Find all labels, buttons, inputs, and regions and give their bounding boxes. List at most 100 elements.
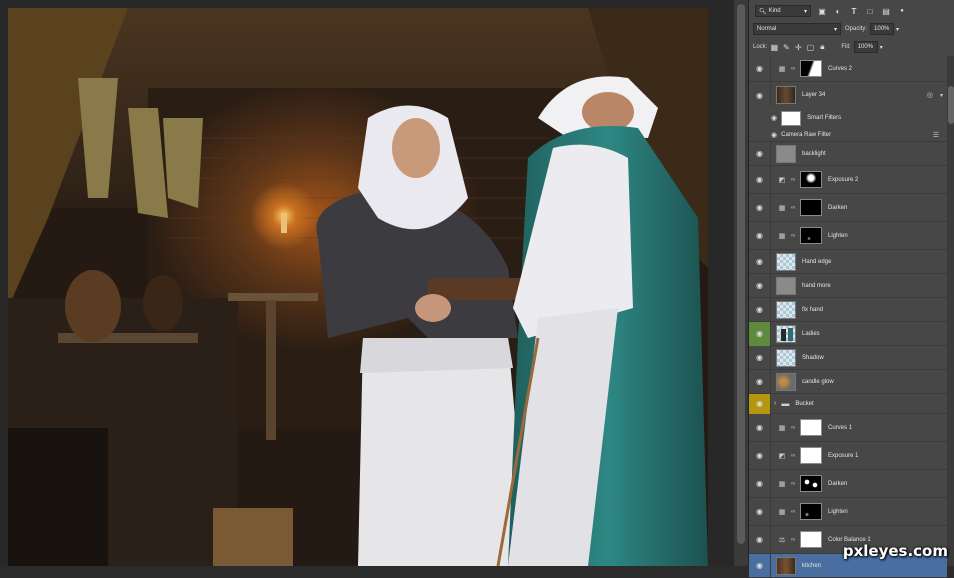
eye-icon[interactable]: ◉: [749, 413, 771, 442]
eye-icon[interactable]: ◉: [749, 497, 771, 526]
layer-thumbnail[interactable]: [776, 372, 796, 391]
layer-thumbnail[interactable]: [776, 300, 796, 319]
layer-thumbnail[interactable]: [776, 348, 796, 367]
filter-adjustment-icon[interactable]: ◐: [833, 6, 843, 16]
eye-icon[interactable]: ◉: [749, 221, 771, 250]
filter-shape-icon[interactable]: □: [865, 6, 875, 16]
eye-icon[interactable]: ◉: [771, 114, 777, 122]
eye-icon[interactable]: ◉: [749, 273, 771, 298]
layer-mask-thumbnail[interactable]: [800, 447, 822, 464]
eye-icon[interactable]: ◉: [749, 193, 771, 222]
eye-icon[interactable]: ◉: [749, 297, 771, 322]
exposure-icon: ◩: [778, 452, 786, 460]
layer-row[interactable]: ◉ ▦ ∞ Curves 2: [749, 56, 947, 82]
eye-icon[interactable]: ◉: [749, 345, 771, 370]
layer-row[interactable]: ◉ Hand edge: [749, 249, 947, 274]
layer-row[interactable]: ◉ ▦ ∞ Darken: [749, 469, 947, 498]
layer-group-row[interactable]: ◉ › ▬ Bucket: [749, 393, 947, 414]
chevron-right-icon[interactable]: ›: [774, 400, 776, 407]
chevron-down-icon[interactable]: ▾: [940, 92, 943, 99]
layer-thumbnail[interactable]: [776, 86, 796, 104]
smart-filter-mask-thumbnail[interactable]: [781, 110, 802, 126]
layer-row[interactable]: ◉ ◩ ∞ Exposure 2: [749, 165, 947, 194]
lock-paint-icon[interactable]: ✎: [781, 42, 791, 52]
lock-all-icon[interactable]: 🔒︎: [817, 42, 827, 52]
fill-input[interactable]: 100%: [853, 41, 878, 53]
lock-transparent-icon[interactable]: ▦: [769, 42, 779, 52]
layer-row[interactable]: ◉ fix hand: [749, 297, 947, 322]
layer-name: Shadow: [802, 354, 824, 361]
filter-toggle-icon[interactable]: ●: [897, 6, 907, 16]
eye-icon[interactable]: ◉: [749, 393, 771, 414]
link-icon[interactable]: ∞: [791, 509, 798, 515]
layer-row[interactable]: ◉ Shadow: [749, 345, 947, 370]
layer-filter-bar: 🔍︎ Kind ▾ ▣ ◐ T □ ▤ ●: [749, 2, 954, 20]
filter-kind-dropdown[interactable]: 🔍︎ Kind ▾: [755, 5, 811, 17]
layer-row[interactable]: ◉ ▦ ∞ Lighten: [749, 221, 947, 250]
layer-mask-thumbnail[interactable]: [800, 419, 822, 436]
eye-icon[interactable]: ◉: [749, 56, 771, 81]
link-icon[interactable]: ∞: [791, 537, 798, 543]
layer-row[interactable]: ◉ ▦ ∞ Curves 1: [749, 413, 947, 442]
eye-icon[interactable]: ◉: [749, 441, 771, 470]
layer-row[interactable]: ◉ ▦ ∞ Lighten: [749, 497, 947, 526]
filter-type-icon[interactable]: T: [849, 6, 859, 16]
folder-icon: ▬: [781, 399, 790, 408]
eye-icon[interactable]: ◉: [749, 141, 771, 166]
layer-name: Layer 34: [802, 92, 826, 98]
layer-mask-thumbnail[interactable]: [800, 171, 822, 188]
link-icon[interactable]: ∞: [791, 481, 798, 487]
layer-mask-thumbnail[interactable]: [800, 475, 822, 492]
layer-row[interactable]: ◉ backlight: [749, 141, 947, 166]
layer-mask-thumbnail[interactable]: [800, 503, 822, 520]
lock-position-icon[interactable]: ✛: [793, 42, 803, 52]
eye-icon[interactable]: ◉: [749, 249, 771, 274]
link-icon[interactable]: ∞: [791, 177, 798, 183]
layer-mask-thumbnail[interactable]: [800, 60, 822, 77]
eye-icon[interactable]: ◉: [749, 321, 771, 346]
eye-icon[interactable]: ◉: [749, 525, 771, 554]
layer-row[interactable]: ◉ Layer 34 ◎ ▾: [749, 82, 947, 108]
layer-thumbnail[interactable]: [776, 252, 796, 271]
eye-icon[interactable]: ◉: [749, 83, 771, 107]
layer-mask-thumbnail[interactable]: [800, 531, 822, 548]
link-icon[interactable]: ∞: [791, 453, 798, 459]
link-icon[interactable]: ∞: [791, 233, 798, 239]
document-canvas-area[interactable]: [0, 0, 748, 566]
layer-name: Darken: [828, 204, 848, 211]
layer-mask-thumbnail[interactable]: [800, 199, 822, 216]
document-image[interactable]: [8, 8, 708, 566]
layer-row[interactable]: ◉ hand more: [749, 273, 947, 298]
layer-thumbnail[interactable]: [776, 276, 796, 295]
eye-icon[interactable]: ◉: [749, 469, 771, 498]
smart-filters-row[interactable]: ◉ Smart Filters: [749, 108, 947, 128]
layer-row[interactable]: ◉ ◩ ∞ Exposure 1: [749, 441, 947, 470]
link-icon[interactable]: ∞: [791, 425, 798, 431]
scrollbar-thumb[interactable]: [737, 4, 745, 544]
filter-smart-object-icon[interactable]: ▤: [881, 6, 891, 16]
link-icon[interactable]: ∞: [791, 66, 798, 72]
filter-row[interactable]: ◉ Camera Raw Filter ☰: [749, 128, 947, 142]
chevron-down-icon[interactable]: ▾: [880, 44, 883, 51]
eye-icon[interactable]: ◉: [749, 369, 771, 394]
scrollbar-thumb[interactable]: [948, 86, 954, 124]
lock-artboard-icon[interactable]: ▢: [805, 42, 815, 52]
opacity-input[interactable]: 100%: [870, 23, 895, 35]
layer-row[interactable]: ◉ candle glow: [749, 369, 947, 394]
layer-mask-thumbnail[interactable]: [800, 227, 822, 244]
layer-row[interactable]: ◉ Ladies: [749, 321, 947, 346]
chevron-down-icon[interactable]: ▾: [896, 26, 899, 33]
exposure-icon: ◩: [778, 176, 786, 184]
eye-icon[interactable]: ◉: [771, 131, 777, 139]
link-icon[interactable]: ∞: [791, 205, 798, 211]
canvas-vertical-scrollbar[interactable]: [734, 0, 748, 566]
layer-thumbnail[interactable]: [776, 144, 796, 163]
eye-icon[interactable]: ◉: [749, 165, 771, 194]
layer-row[interactable]: ◉ ▦ ∞ Darken: [749, 193, 947, 222]
layers-scrollbar[interactable]: [947, 56, 954, 566]
layer-name: Curves 2: [828, 65, 853, 72]
filter-options-icon[interactable]: ☰: [933, 131, 939, 139]
filter-pixel-icon[interactable]: ▣: [817, 6, 827, 16]
layer-thumbnail[interactable]: [776, 324, 796, 343]
blend-mode-dropdown[interactable]: Normal ▾: [753, 23, 841, 35]
